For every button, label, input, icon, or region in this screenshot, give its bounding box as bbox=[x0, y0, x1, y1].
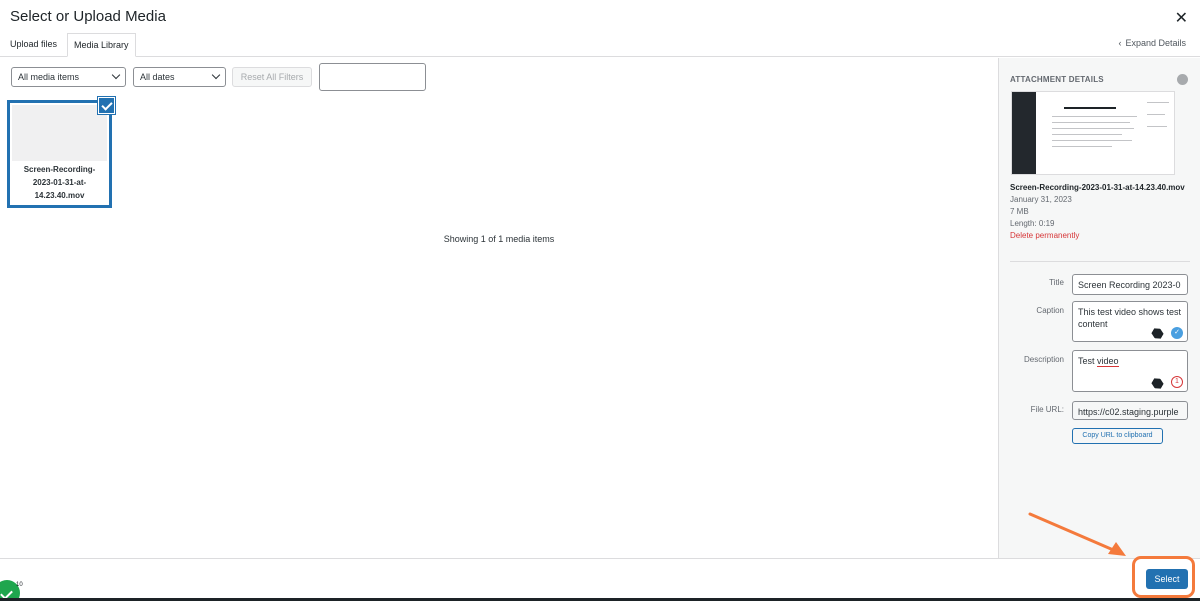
thumbnail-line bbox=[1052, 116, 1137, 117]
check-badge-icon[interactable]: ✓ bbox=[1171, 327, 1183, 339]
file-url-label: File URL: bbox=[1030, 405, 1064, 414]
copy-url-button[interactable]: Copy URL to clipboard bbox=[1072, 428, 1163, 444]
spinner-icon bbox=[1177, 74, 1188, 85]
details-size: 7 MB bbox=[1010, 207, 1029, 216]
details-date: January 31, 2023 bbox=[1010, 195, 1072, 204]
chevron-down-icon bbox=[111, 70, 121, 80]
file-url-field[interactable]: https://c02.staging.purple bbox=[1072, 401, 1188, 420]
title-field[interactable]: Screen Recording 2023-0 bbox=[1072, 274, 1188, 295]
details-divider bbox=[1010, 261, 1190, 262]
thumbnail-heading-graphic bbox=[1064, 107, 1116, 109]
chevron-down-icon bbox=[211, 70, 221, 80]
modal-footer bbox=[0, 558, 1200, 601]
attachment-item[interactable]: Screen-Recording-2023-01-31-at-14.23.40.… bbox=[7, 97, 115, 208]
thumbnail-line bbox=[1052, 122, 1130, 123]
grammar-checker-icon[interactable] bbox=[1150, 326, 1165, 341]
attachment-filename: Screen-Recording-2023-01-31-at-14.23.40.… bbox=[23, 165, 96, 200]
media-toolbar: All media items All dates Reset All Filt… bbox=[0, 58, 998, 98]
details-length: Length: 0:19 bbox=[1010, 219, 1055, 228]
chevron-left-icon: ‹ bbox=[1118, 38, 1122, 48]
media-type-value: All media items bbox=[18, 72, 80, 82]
close-icon[interactable]: ✕ bbox=[1175, 8, 1188, 28]
thumbnail-line bbox=[1052, 146, 1112, 147]
tab-upload-files[interactable]: Upload files bbox=[4, 33, 63, 57]
issue-count-badge[interactable]: 1 bbox=[1171, 376, 1183, 388]
thumbnail-line bbox=[1147, 102, 1169, 103]
description-text: Test bbox=[1078, 356, 1098, 366]
delete-permanently-link[interactable]: Delete permanently bbox=[1010, 230, 1192, 242]
thumbnail-line bbox=[1147, 126, 1167, 127]
date-filter[interactable]: All dates bbox=[133, 67, 226, 87]
thumbnail-line bbox=[1052, 134, 1122, 135]
modal-title: Select or Upload Media bbox=[10, 8, 166, 25]
description-label: Description bbox=[1023, 355, 1064, 364]
attachment-thumbnail bbox=[12, 105, 107, 161]
media-modal: Select or Upload Media ✕ Upload files Me… bbox=[0, 0, 1200, 601]
showing-count: Showing 1 of 1 media items bbox=[443, 234, 555, 244]
caption-label: Caption bbox=[1036, 306, 1064, 315]
reset-filters-button[interactable]: Reset All Filters bbox=[232, 67, 312, 87]
description-field[interactable]: Test video 1 bbox=[1072, 350, 1188, 392]
selected-check-icon[interactable] bbox=[98, 97, 115, 114]
caption-field[interactable]: This test video shows test content ✓ bbox=[1072, 301, 1188, 342]
select-button[interactable]: Select bbox=[1146, 569, 1188, 589]
attachment-details-sidebar: ATTACHMENT DETAILS Screen-Recording-2023… bbox=[998, 58, 1200, 558]
date-filter-value: All dates bbox=[140, 72, 175, 82]
thumbnail-sidebar-graphic bbox=[1012, 92, 1036, 174]
expand-details-label: Expand Details bbox=[1125, 38, 1186, 48]
details-thumbnail bbox=[1011, 91, 1175, 175]
thumbnail-line bbox=[1147, 114, 1165, 115]
tab-bar: Upload files Media Library bbox=[0, 33, 1200, 57]
expand-details-link[interactable]: ‹ Expand Details bbox=[1118, 38, 1186, 48]
thumbnail-line bbox=[1052, 128, 1134, 129]
description-misspelled-word: video bbox=[1097, 356, 1119, 367]
title-label: Title bbox=[1049, 278, 1064, 287]
status-count: 10 bbox=[16, 582, 23, 588]
details-filename: Screen-Recording-2023-01-31-at-14.23.40.… bbox=[1010, 183, 1185, 192]
details-info: Screen-Recording-2023-01-31-at-14.23.40.… bbox=[1010, 182, 1192, 242]
details-heading: ATTACHMENT DETAILS bbox=[1010, 75, 1104, 84]
media-type-filter[interactable]: All media items bbox=[11, 67, 126, 87]
thumbnail-line bbox=[1052, 140, 1132, 141]
tab-media-library[interactable]: Media Library bbox=[67, 33, 136, 57]
grammar-checker-icon[interactable] bbox=[1150, 376, 1165, 391]
caption-text: This test video shows test content bbox=[1078, 307, 1182, 329]
search-input[interactable] bbox=[319, 63, 426, 91]
